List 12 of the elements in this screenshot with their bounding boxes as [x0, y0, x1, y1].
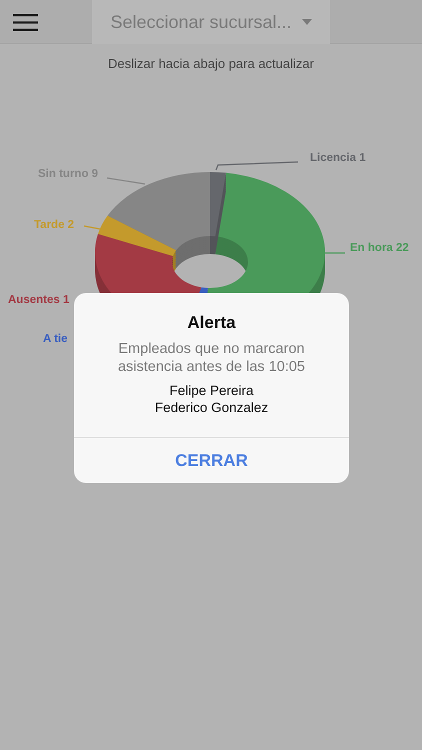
chart-label: Ausentes 1: [8, 294, 70, 306]
chart-label: Tarde 2: [34, 219, 74, 231]
chart-label: En hora 22: [350, 242, 409, 254]
close-button[interactable]: CERRAR: [74, 438, 349, 483]
pull-hint: Deslizar hacia abajo para actualizar: [107, 56, 315, 71]
dialog-message: Empleados que no marcaron asistencia antes de las 10:05: [116, 340, 306, 376]
branch-select[interactable]: Seleccionar sucursal...: [92, 0, 330, 44]
dialog-title: Alerta: [186, 313, 237, 333]
chart-label: A tie: [43, 333, 68, 345]
employee-name: Federico Gonzalez: [154, 399, 268, 416]
chart-label: Licencia 1: [310, 152, 366, 164]
employee-name: Felipe Pereira: [169, 382, 254, 399]
